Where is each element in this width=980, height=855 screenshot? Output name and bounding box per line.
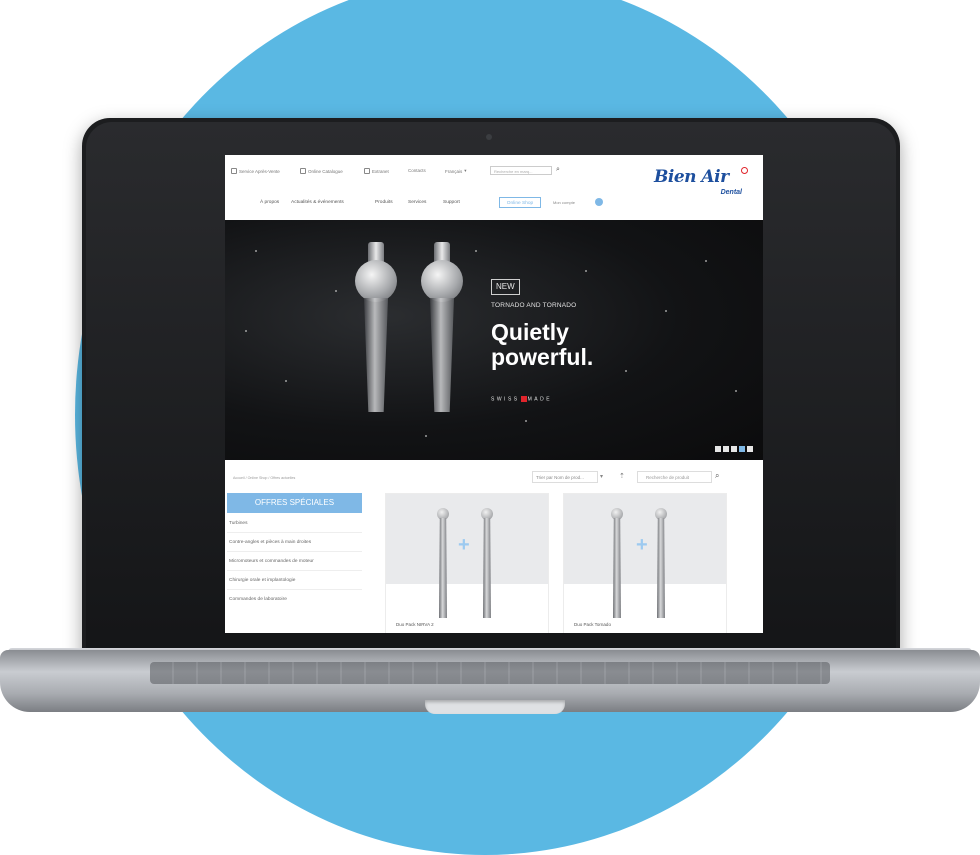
lock-icon	[231, 168, 237, 174]
util-link-label: Extranet	[372, 168, 389, 174]
carousel-dot-active[interactable]	[739, 446, 745, 452]
product-card[interactable]: + Duo Pack Tornado	[563, 493, 727, 633]
language-label: Français	[445, 168, 463, 174]
user-icon[interactable]	[595, 198, 603, 206]
swiss-flag-icon	[520, 396, 527, 402]
hero-title-line: powerful.	[491, 344, 594, 370]
nav-item-support[interactable]: Support	[443, 200, 460, 205]
util-link-label: Online Catalogue	[308, 168, 343, 174]
sidebar-heading[interactable]: OFFRES SPÉCIALES	[227, 493, 362, 513]
logo-brand-text: Bien Air	[654, 167, 729, 187]
nav-item-news[interactable]: Actualités & événements	[291, 200, 344, 205]
carousel-dot[interactable]	[723, 446, 729, 452]
sidebar-item-contra-angles[interactable]: Contre-angles et pièces à main droites	[229, 540, 311, 545]
carousel-dot[interactable]	[747, 446, 753, 452]
carousel-dot[interactable]	[731, 446, 737, 452]
nav-item-products[interactable]: Produits	[375, 200, 393, 205]
my-account-link[interactable]: Mon compte	[553, 200, 575, 205]
util-link-label: Service Après-Vente	[239, 168, 280, 174]
util-link-extranet[interactable]: Extranet	[364, 168, 389, 174]
plus-icon: +	[636, 534, 648, 556]
sort-select[interactable]: Trier par Nom de prod...	[532, 471, 598, 483]
product-search-input[interactable]: Recherche de produit	[637, 471, 712, 483]
search-icon[interactable]: ⌕	[715, 471, 719, 481]
site-search-input[interactable]: Recherche en marq...	[490, 166, 552, 175]
plus-icon: +	[458, 534, 470, 556]
lock-icon	[300, 168, 306, 174]
product-name[interactable]: Duo Pack Tornado	[574, 622, 611, 627]
webcam-icon	[486, 134, 492, 140]
search-icon[interactable]: ⌕	[556, 166, 560, 174]
util-link-label: Contacts	[408, 168, 426, 173]
sidebar-item-laboratory[interactable]: Commandes de laboratoire	[229, 597, 287, 602]
swiss-made-text: MADE	[527, 396, 553, 403]
handpiece-image	[355, 242, 397, 412]
sidebar-item-surgery[interactable]: Chirurgie orale et implantologie	[229, 578, 295, 583]
util-link-catalogue[interactable]: Online Catalogue	[300, 168, 343, 174]
breadcrumb[interactable]: Accueil / Online Shop / Offres actuelles	[233, 476, 295, 480]
handpiece-image	[421, 242, 463, 412]
divider	[227, 589, 362, 590]
lock-icon	[364, 168, 370, 174]
util-link-contacts[interactable]: Contacts	[408, 168, 426, 173]
main-nav: À propos Actualités & événements Produit…	[225, 197, 763, 211]
chevron-down-icon: ▾	[464, 168, 467, 173]
hero-title-line: Quietly	[491, 319, 569, 345]
sidebar-item-micromotors[interactable]: Micromoteurs et commandes de moteur	[229, 559, 314, 564]
divider	[227, 570, 362, 571]
language-select[interactable]: Français ▾	[445, 168, 467, 174]
hero-title: Quietly powerful.	[491, 320, 593, 370]
swiss-made-label: SWISS MADE	[491, 396, 552, 402]
nav-item-about[interactable]: À propos	[260, 200, 279, 205]
laptop-lid-notch	[425, 700, 565, 714]
carousel-dots	[715, 446, 753, 452]
swiss-made-text: SWISS	[491, 396, 520, 403]
arrow-up-icon[interactable]: ⇡	[619, 472, 625, 480]
chevron-down-icon[interactable]: ▾	[600, 473, 603, 480]
nav-item-services[interactable]: Services	[408, 200, 426, 205]
hero-banner[interactable]: NEW TORNADO AND TORNADO Quietly powerful…	[225, 220, 763, 460]
product-name[interactable]: Duo Pack NIRVA 2	[396, 622, 434, 627]
sidebar-item-turbines[interactable]: Turbines	[229, 521, 248, 526]
util-link-service[interactable]: Service Après-Vente	[231, 168, 280, 174]
divider	[227, 532, 362, 533]
keyboard	[150, 662, 830, 684]
hero-subtitle: TORNADO AND TORNADO	[491, 302, 577, 309]
carousel-dot[interactable]	[715, 446, 721, 452]
logo-ring-icon	[741, 167, 748, 174]
online-shop-button[interactable]: Online Shop	[499, 197, 541, 208]
laptop-screen: Service Après-Vente Online Catalogue Ext…	[225, 155, 763, 633]
logo-sub-text: Dental	[720, 189, 742, 196]
new-badge: NEW	[491, 279, 520, 295]
divider	[227, 551, 362, 552]
product-card[interactable]: + Duo Pack NIRVA 2	[385, 493, 549, 633]
